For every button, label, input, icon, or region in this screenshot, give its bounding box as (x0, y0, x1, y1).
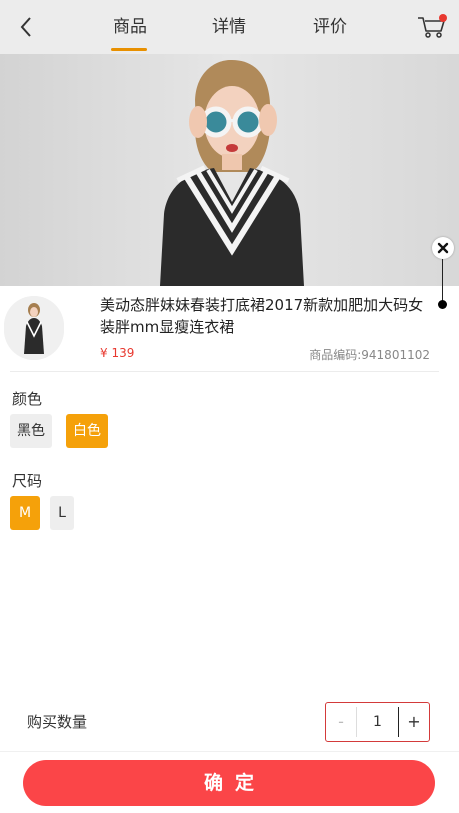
close-icon (437, 242, 449, 254)
quantity-label: 购买数量 (27, 713, 88, 731)
divider (10, 371, 439, 372)
close-button[interactable] (432, 237, 454, 259)
bottom-divider (0, 751, 459, 752)
top-nav-bar: 商品 详情 评价 (0, 0, 459, 54)
product-thumbnail (4, 296, 64, 360)
leader-dot (438, 300, 447, 309)
shopping-cart-icon (418, 14, 447, 38)
tab-reviews[interactable]: 评价 (310, 14, 350, 40)
product-price: ¥ 139 (100, 346, 135, 360)
size-option-m[interactable]: M (10, 496, 40, 530)
color-label: 颜色 (12, 390, 43, 408)
active-tab-indicator (111, 48, 147, 51)
quantity-value[interactable]: 1 (356, 707, 399, 737)
quantity-plus-button[interactable]: + (399, 703, 429, 741)
tab-product[interactable]: 商品 (110, 14, 150, 40)
quantity-minus-button[interactable]: - (326, 703, 356, 741)
quantity-stepper: - 1 + (325, 702, 430, 742)
tab-bar: 商品 详情 评价 (0, 0, 459, 54)
cart-button[interactable] (416, 12, 448, 40)
size-option-l[interactable]: L (50, 496, 74, 530)
color-option-black[interactable]: 黑色 (10, 414, 52, 448)
product-title: 美动态胖妹妹春装打底裙2017新款加肥加大码女装胖mm显瘦连衣裙 (100, 296, 424, 336)
product-photo (0, 54, 459, 286)
color-option-white[interactable]: 白色 (66, 414, 108, 448)
product-info: 美动态胖妹妹春装打底裙2017新款加肥加大码女装胖mm显瘦连衣裙 ¥ 139 商… (0, 286, 459, 372)
leader-line (442, 259, 443, 303)
tab-details[interactable]: 详情 (209, 14, 249, 40)
size-label: 尺码 (12, 472, 43, 490)
product-sku-page: 商品 详情 评价 美动态胖妹妹春装打底裙2017新款加肥加大码女装胖mm显瘦连衣… (0, 0, 459, 813)
product-sku: 商品编码:941801102 (309, 348, 430, 362)
confirm-button[interactable]: 确定 (23, 760, 435, 806)
